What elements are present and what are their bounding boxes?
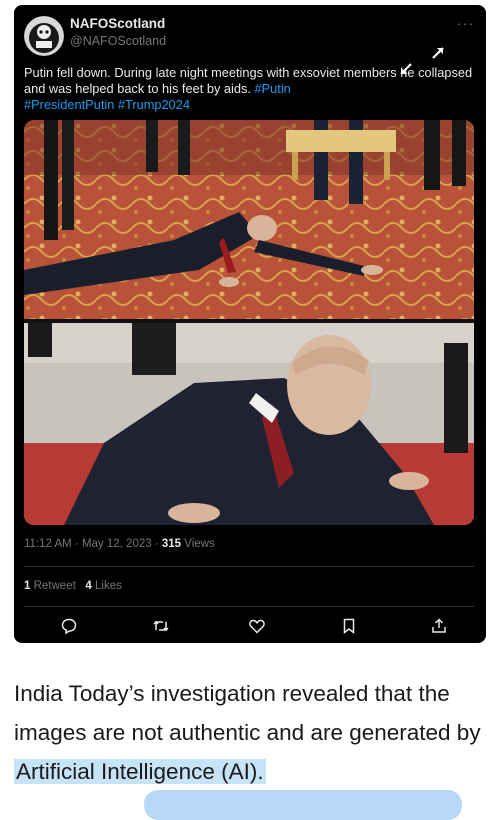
hashtag-trump2024[interactable]: #Trump2024 [118, 97, 190, 112]
tweet-card[interactable]: NAFOScotland @NAFOScotland ··· Putin fel… [14, 5, 486, 643]
user-handle[interactable]: @NAFOScotland [70, 34, 166, 48]
selection-toolbar[interactable] [144, 790, 462, 820]
retweet-icon[interactable] [152, 617, 170, 635]
views-label: Views [181, 538, 215, 550]
views-count: 315 [161, 538, 182, 550]
collapse-icon[interactable] [396, 59, 416, 79]
photo-man-lying-on-carpet[interactable] [24, 120, 474, 319]
share-icon[interactable] [430, 617, 448, 635]
more-options-icon[interactable]: ··· [457, 15, 474, 31]
hashtag-putin[interactable]: #Putin [255, 81, 291, 96]
display-name[interactable]: NAFOScotland [70, 16, 165, 31]
engagement-stats: 1 Retweet 4 Likes [24, 580, 122, 592]
tweet-meta: 11:12 AM · May 12, 2023 · 315 Views [24, 538, 215, 550]
timestamp[interactable]: 11:12 AM · May 12, 2023 · [24, 538, 162, 550]
photo-man-on-hands-and-knees[interactable] [24, 323, 474, 525]
retweets-stat[interactable]: 1 Retweet [24, 580, 76, 592]
hashtag-president-putin[interactable]: #PresidentPutin [24, 97, 114, 112]
divider [24, 606, 474, 607]
like-icon[interactable] [248, 617, 266, 635]
expand-icon[interactable] [428, 43, 448, 63]
divider [24, 566, 474, 567]
avatar[interactable] [24, 16, 64, 56]
article-text: India Today’s investigation revealed tha… [14, 681, 481, 745]
tweet-text-line1: Putin fell down. During late night meeti… [24, 65, 415, 80]
likes-label: Likes [91, 580, 122, 592]
tweet-media[interactable] [24, 120, 474, 525]
bookmark-icon[interactable] [340, 617, 358, 635]
likes-stat[interactable]: 4 Likes [85, 580, 121, 592]
reply-icon[interactable] [60, 617, 78, 635]
retweets-label: Retweet [30, 580, 76, 592]
article-paragraph: India Today’s investigation revealed tha… [14, 674, 486, 791]
action-bar [24, 617, 474, 637]
highlighted-text[interactable]: Artificial Intelligence (AI). [14, 759, 266, 784]
